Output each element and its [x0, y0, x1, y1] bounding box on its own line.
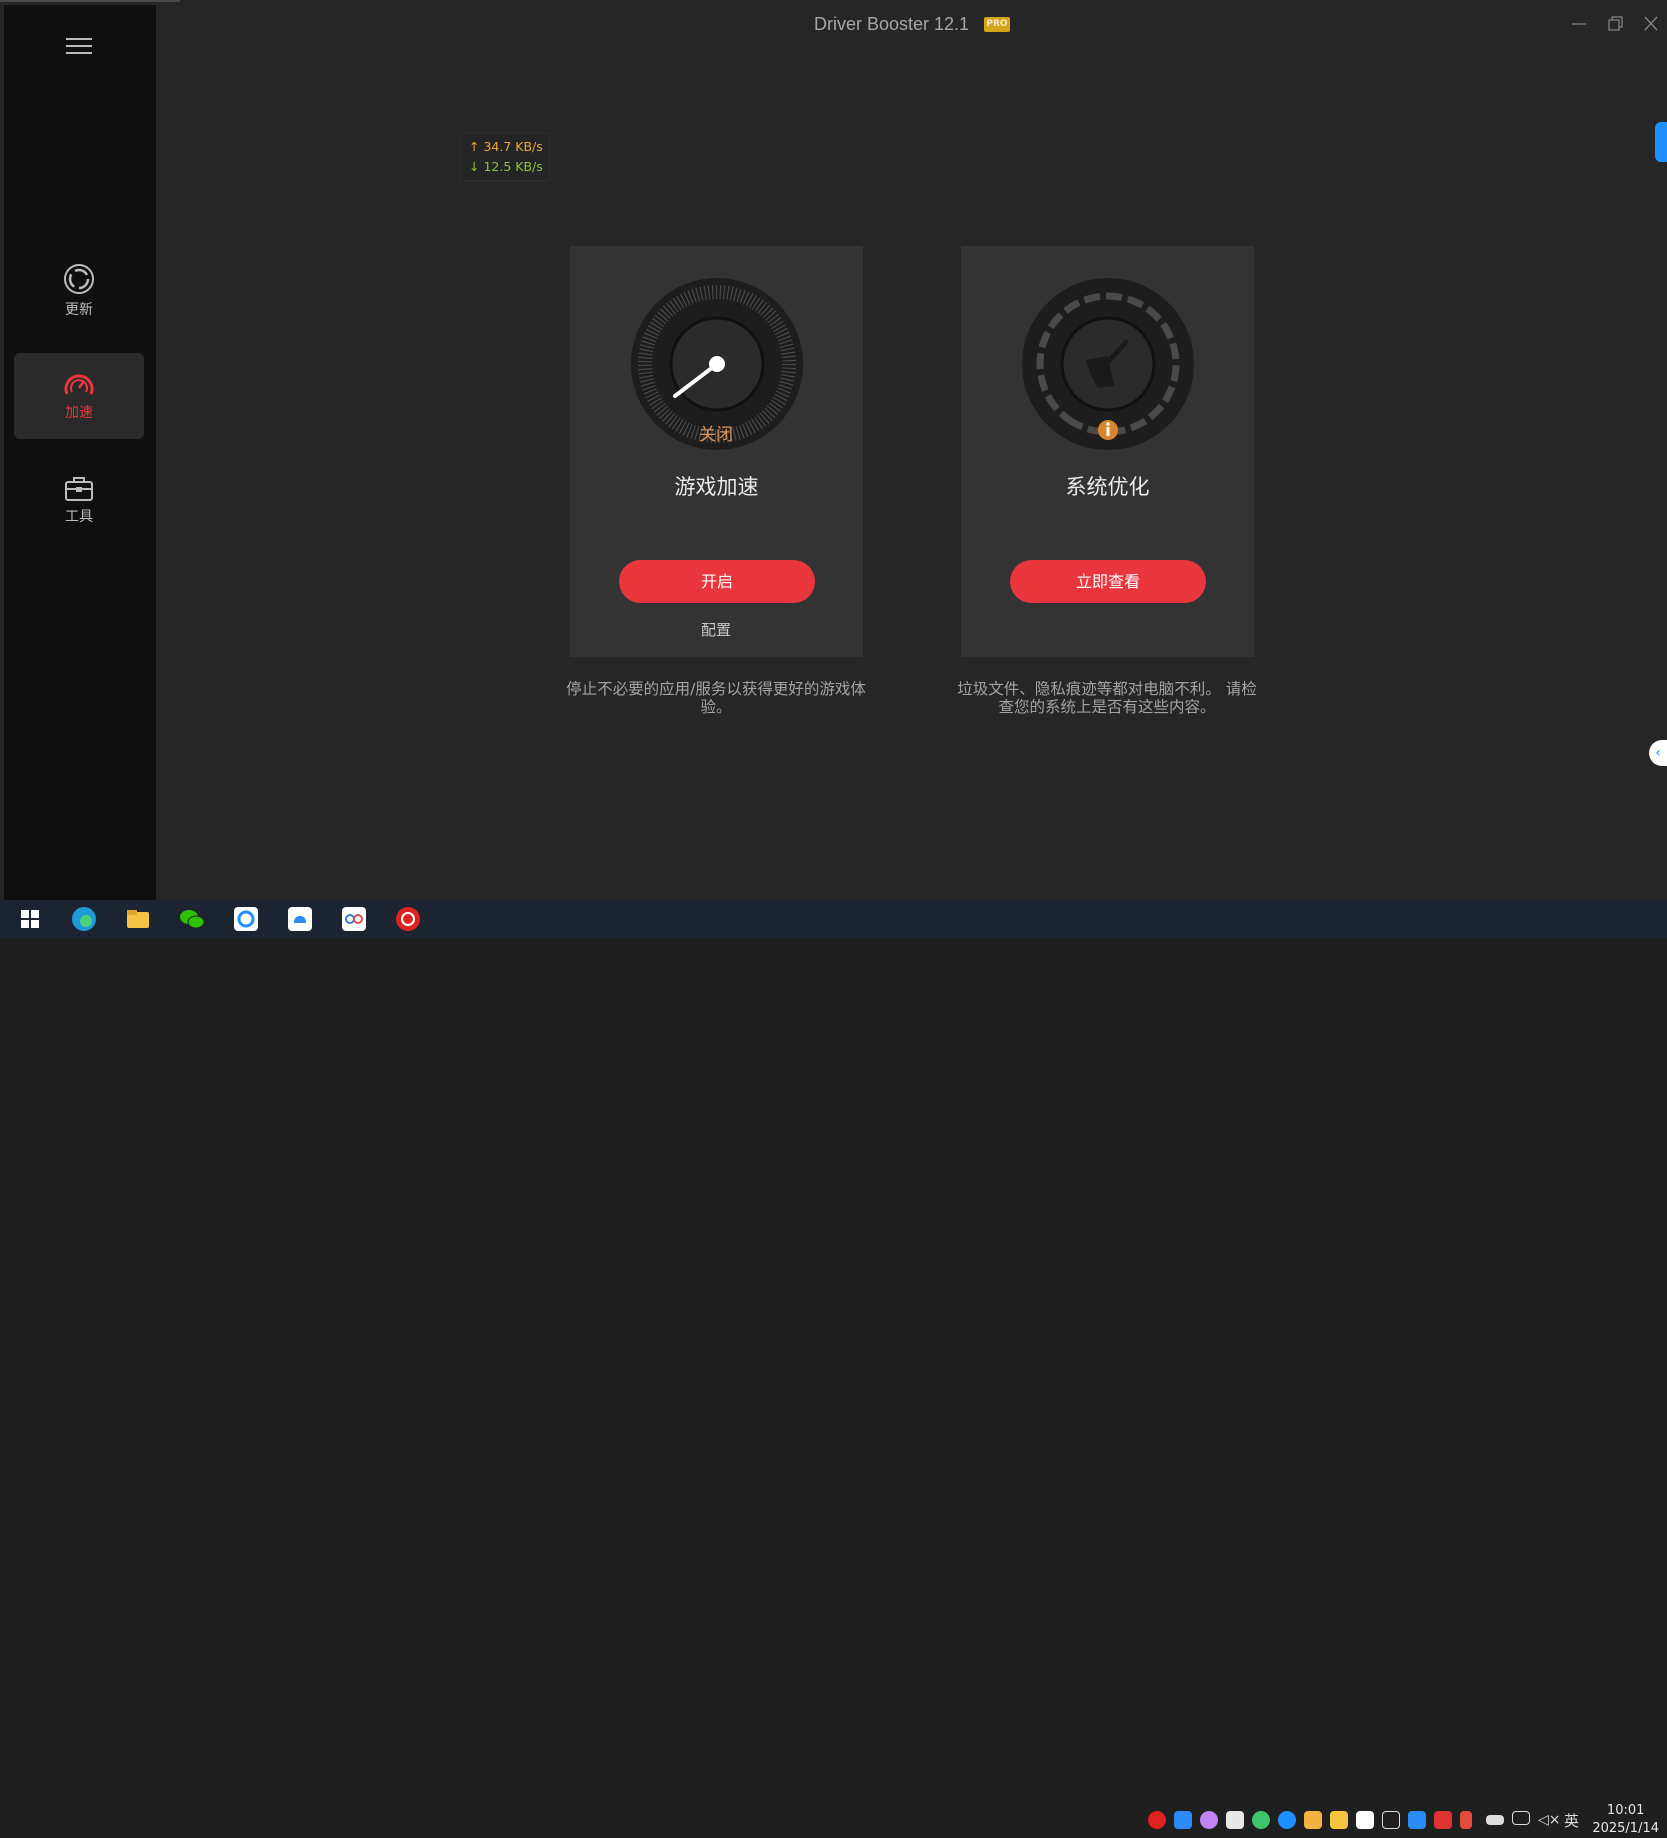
game-boost-status: 关闭 — [699, 425, 733, 445]
hamburger-menu-icon[interactable] — [66, 33, 96, 55]
top-progress-line — [0, 0, 180, 2]
file-explorer-icon[interactable] — [124, 905, 152, 933]
tray-folder-icon[interactable] — [1304, 1811, 1322, 1829]
system-optimize-description: 垃圾文件、隐私痕迹等都对电脑不利。 请检查您的系统上是否有这些内容。 — [957, 680, 1257, 716]
driver-booster-icon[interactable] — [394, 905, 422, 933]
tray-cloud-icon[interactable] — [1252, 1811, 1270, 1829]
network-icon[interactable] — [1512, 1811, 1530, 1825]
minimize-icon — [1572, 23, 1586, 25]
input-language-indicator[interactable]: 英 — [1564, 1810, 1579, 1831]
collapse-arrow-icon[interactable]: ‹ — [1649, 740, 1667, 766]
tray-reader-icon[interactable] — [1356, 1811, 1374, 1829]
clock-time: 10:01 — [1606, 1803, 1645, 1818]
download-speed: ↓ 12.5 KB/s — [469, 159, 543, 174]
enable-game-boost-button[interactable]: 开启 — [619, 560, 815, 603]
view-now-button[interactable]: 立即查看 — [1010, 560, 1206, 603]
app-share-icon[interactable] — [340, 905, 368, 933]
windows-start-icon[interactable] — [16, 905, 44, 933]
taskbar-clock[interactable]: 10:01 2025/1/14 — [1592, 1802, 1659, 1838]
toolbox-icon — [65, 477, 93, 501]
clock-date: 2025/1/14 — [1592, 1821, 1659, 1836]
tray-cat-icon[interactable] — [1200, 1811, 1218, 1829]
edge-icon[interactable] — [70, 905, 98, 933]
tray-flag-icon[interactable] — [1460, 1811, 1472, 1829]
app-window: 更新 加速 工具 Driver Booster 12.1 PRO ↑ 34.7 … — [0, 0, 1667, 900]
refresh-icon — [64, 264, 94, 294]
battery-icon[interactable] — [1486, 1815, 1504, 1825]
tray-shield-icon[interactable] — [1330, 1811, 1348, 1829]
wechat-icon[interactable] — [178, 905, 206, 933]
pro-badge: PRO — [984, 17, 1010, 32]
tray-edge-icon[interactable] — [1278, 1811, 1296, 1829]
close-button[interactable] — [1638, 12, 1664, 36]
restore-icon — [1608, 16, 1623, 31]
volume-muted-icon[interactable]: ◁× — [1538, 1811, 1561, 1829]
close-icon — [1644, 16, 1658, 31]
tray-app-icon[interactable] — [1408, 1811, 1426, 1829]
sidebar-item-label: 加速 — [65, 405, 93, 421]
sidebar-item-update[interactable]: 更新 — [14, 248, 144, 334]
upload-speed: ↑ 34.7 KB/s — [469, 139, 543, 154]
taskbar: ◁× 英 10:01 2025/1/14 — [0, 900, 1667, 1836]
game-boost-config-link[interactable]: 配置 — [686, 619, 746, 640]
sidebar: 更新 加速 工具 — [4, 5, 156, 900]
app-cloud-icon[interactable] — [286, 905, 314, 933]
sidebar-item-boost[interactable]: 加速 — [14, 353, 144, 439]
game-boost-description: 停止不必要的应用/服务以获得更好的游戏体验。 — [566, 680, 866, 716]
minimize-button[interactable] — [1566, 12, 1592, 36]
app-sync-icon[interactable] — [232, 905, 260, 933]
sidebar-item-tools[interactable]: 工具 — [14, 457, 144, 543]
game-boost-title: 游戏加速 — [674, 475, 759, 499]
sidebar-item-label: 工具 — [65, 509, 93, 525]
system-optimize-title: 系统优化 — [1065, 475, 1150, 499]
sidebar-item-label: 更新 — [65, 302, 93, 318]
network-speed-widget: ↑ 34.7 KB/s ↓ 12.5 KB/s — [460, 133, 550, 181]
side-feedback-tab[interactable] — [1655, 122, 1667, 162]
restore-button[interactable] — [1602, 12, 1628, 36]
system-optimize-dial-icon — [1022, 278, 1194, 450]
tray-share-icon[interactable] — [1226, 1811, 1244, 1829]
tray-sync-icon[interactable] — [1174, 1811, 1192, 1829]
speedometer-icon — [64, 374, 94, 395]
tray-driver-booster-icon[interactable] — [1148, 1811, 1166, 1829]
tray-window-icon[interactable] — [1382, 1811, 1400, 1829]
tray-alert-icon[interactable] — [1434, 1811, 1452, 1829]
window-title: Driver Booster 12.1 — [814, 14, 970, 34]
